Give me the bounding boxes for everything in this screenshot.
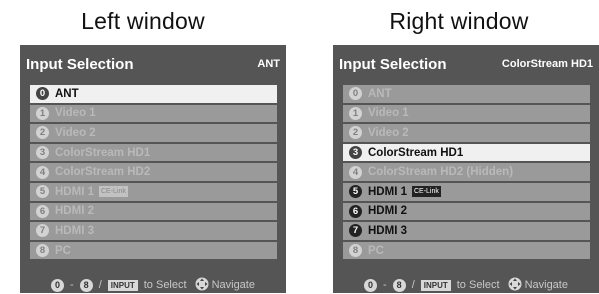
current-input: ANT (257, 58, 280, 70)
input-item-colorstream-hd2[interactable]: 4 ColorStream HD2 (30, 163, 277, 181)
footer-select-text: to Select (456, 279, 500, 291)
left-window-caption: Left window (81, 8, 205, 34)
input-item-pc[interactable]: 8 PC (343, 241, 590, 260)
input-label: ColorStream HD2 (Hidden) (368, 166, 514, 179)
input-item-ant[interactable]: 0 ANT (30, 85, 277, 103)
input-label: HDMI 2 (368, 205, 407, 218)
input-button-icon: INPUT (107, 279, 138, 291)
left-input-selection-panel: Input Selection ANT 0 ANT 1 Video 1 2 Video… (20, 45, 286, 293)
input-label: HDMI 1 (368, 185, 407, 198)
input-label: HDMI 3 (368, 224, 407, 237)
input-item-video-1[interactable]: 1 Video 1 (343, 104, 590, 123)
panel-title: Input Selection (26, 55, 134, 73)
input-item-video-1[interactable]: 1 Video 1 (30, 104, 277, 123)
input-label: HDMI 3 (55, 224, 94, 237)
number-4-icon: 4 (349, 165, 362, 179)
ce-link-badge: CE-Link (98, 186, 128, 198)
number-6-icon: 6 (36, 204, 49, 218)
input-item-colorstream-hd2-hidden[interactable]: 4 ColorStream HD2 (Hidden) (343, 163, 590, 181)
input-label: Video 2 (368, 126, 409, 139)
input-label: ColorStream HD2 (55, 166, 151, 179)
panel-footer-hint: 0 - 8 / INPUT to Select Navigate (333, 277, 599, 293)
number-5-icon: 5 (349, 185, 362, 199)
panel-title: Input Selection (339, 55, 447, 73)
right-input-selection-panel: Input Selection ColorStream HD1 0 ANT 1 Vi… (333, 45, 599, 293)
panel-footer-hint: 0 - 8 / INPUT to Select Navigate (20, 277, 286, 293)
key-0-icon: 0 (51, 278, 65, 292)
input-label: ColorStream HD1 (368, 146, 464, 159)
footer-navigate-text: Navigate (524, 279, 568, 291)
input-list: 0 ANT 1 Video 1 2 Video 2 3 ColorStream HD1 … (30, 85, 277, 261)
input-button-icon: INPUT (420, 279, 451, 291)
input-item-hdmi-2[interactable]: 6 HDMI 2 (30, 202, 277, 221)
number-2-icon: 2 (36, 126, 49, 140)
input-label: HDMI 2 (55, 205, 94, 218)
key-8-icon: 8 (392, 278, 406, 292)
navigate-arrows-icon (194, 277, 210, 294)
key-0-icon: 0 (364, 278, 378, 292)
input-label: ANT (55, 87, 79, 100)
panel-header: Input Selection ANT (26, 53, 280, 75)
input-item-pc[interactable]: 8 PC (30, 241, 277, 260)
navigate-arrows-icon (507, 277, 523, 294)
input-label: HDMI 1 (55, 185, 94, 198)
footer-dash: - (70, 279, 74, 291)
input-label: PC (55, 244, 71, 257)
input-label: ANT (368, 87, 392, 100)
number-8-icon: 8 (349, 244, 362, 258)
number-1-icon: 1 (36, 106, 49, 120)
number-8-icon: 8 (36, 244, 49, 258)
input-item-hdmi-1[interactable]: 5 HDMI 1 CE-Link (343, 182, 590, 201)
number-7-icon: 7 (36, 224, 49, 238)
input-label: ColorStream HD1 (55, 146, 151, 159)
input-label: Video 1 (55, 107, 96, 120)
current-input: ColorStream HD1 (501, 58, 593, 70)
input-item-hdmi-3[interactable]: 7 HDMI 3 (343, 222, 590, 240)
input-item-hdmi-3[interactable]: 7 HDMI 3 (30, 222, 277, 240)
footer-slash: / (411, 279, 415, 291)
ce-link-badge: CE-Link (411, 186, 441, 198)
input-item-hdmi-2[interactable]: 6 HDMI 2 (343, 202, 590, 221)
right-window-caption: Right window (389, 8, 529, 34)
footer-navigate-text: Navigate (211, 279, 255, 291)
input-label: PC (368, 244, 384, 257)
number-3-icon: 3 (349, 146, 362, 160)
input-item-video-2[interactable]: 2 Video 2 (30, 124, 277, 142)
input-list: 0 ANT 1 Video 1 2 Video 2 3 ColorStream HD1 … (343, 85, 590, 261)
panel-header: Input Selection ColorStream HD1 (339, 53, 593, 75)
input-item-hdmi-1[interactable]: 5 HDMI 1 CE-Link (30, 182, 277, 201)
number-6-icon: 6 (349, 204, 362, 218)
input-item-colorstream-hd1[interactable]: 3 ColorStream HD1 (343, 143, 590, 162)
input-item-video-2[interactable]: 2 Video 2 (343, 124, 590, 142)
footer-slash: / (98, 279, 102, 291)
footer-select-text: to Select (143, 279, 187, 291)
number-2-icon: 2 (349, 126, 362, 140)
input-item-ant[interactable]: 0 ANT (343, 85, 590, 103)
number-0-icon: 0 (349, 87, 362, 101)
number-0-icon: 0 (36, 87, 49, 101)
key-8-icon: 8 (79, 278, 93, 292)
number-3-icon: 3 (36, 146, 49, 160)
input-label: Video 2 (55, 126, 96, 139)
input-item-colorstream-hd1[interactable]: 3 ColorStream HD1 (30, 143, 277, 162)
input-label: Video 1 (368, 107, 409, 120)
number-4-icon: 4 (36, 165, 49, 179)
number-1-icon: 1 (349, 106, 362, 120)
number-5-icon: 5 (36, 185, 49, 199)
number-7-icon: 7 (349, 224, 362, 238)
footer-dash: - (383, 279, 387, 291)
